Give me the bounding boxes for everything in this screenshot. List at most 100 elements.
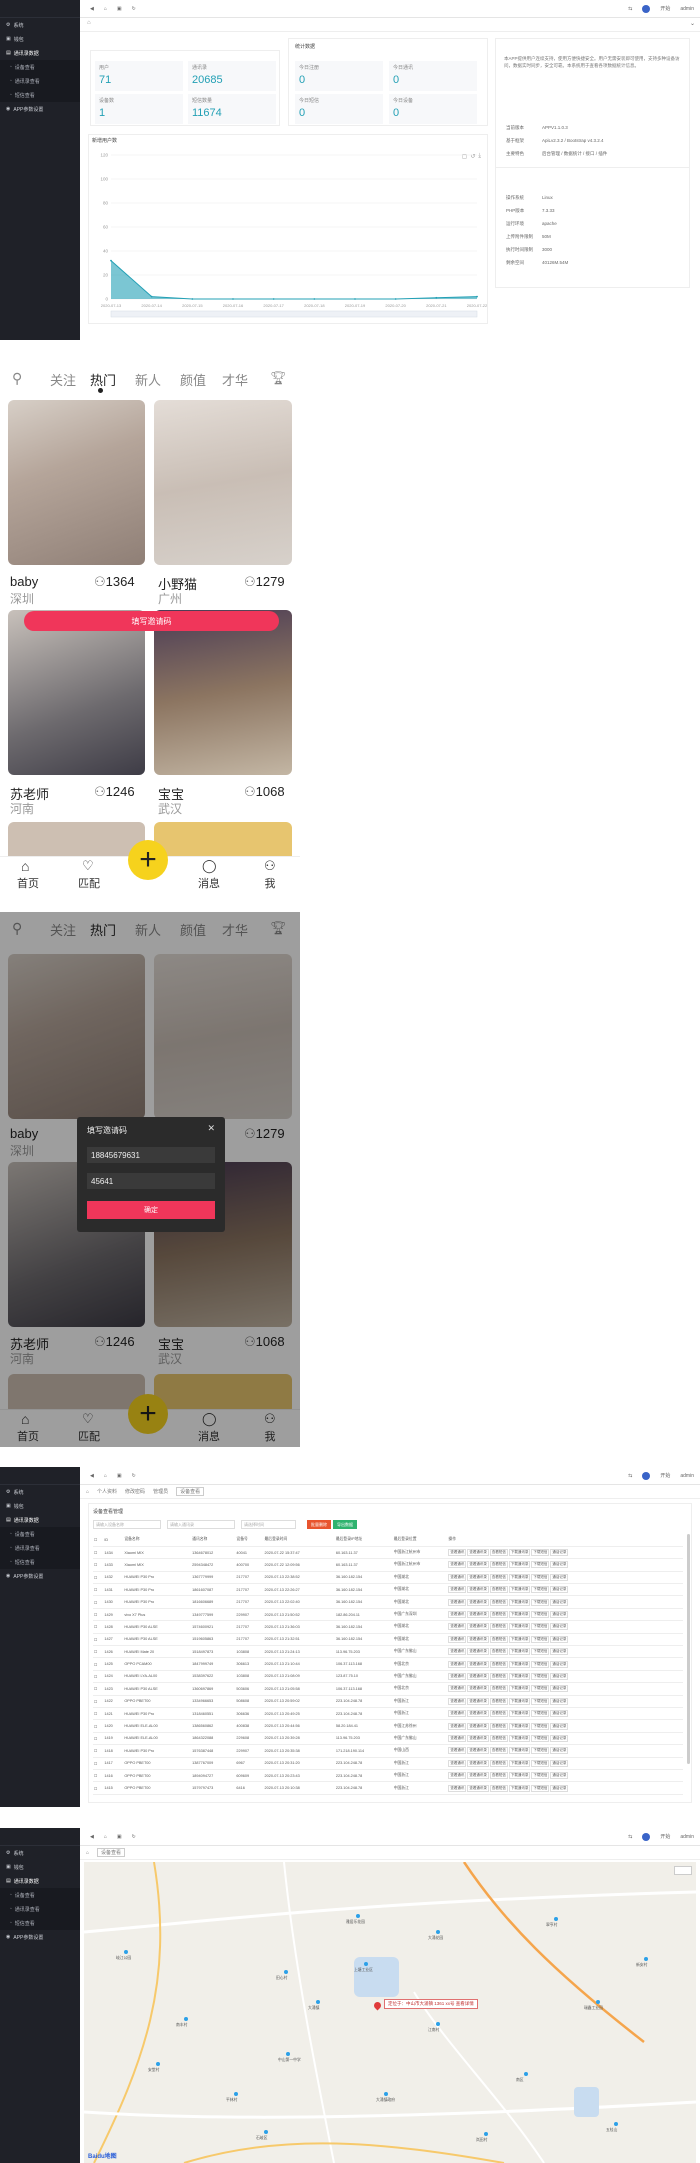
profile-photo-2[interactable] [154,400,292,565]
row-action-button[interactable]: 下载短信 [531,1573,550,1581]
row-action-button[interactable]: 下载短信 [531,1697,550,1705]
confirm-button[interactable]: 确定 [87,1201,215,1219]
row-action-button[interactable]: 查看短信 [489,1697,508,1705]
poi-marker[interactable] [554,1917,558,1921]
row-action-button[interactable]: 查看短信 [489,1747,508,1755]
row-action-button[interactable]: 查看短信 [489,1772,508,1780]
row-checkbox[interactable]: ☐ [93,1732,104,1746]
data-zoom-slider[interactable] [110,310,478,318]
row-action-button[interactable]: 通话记录 [550,1784,569,1792]
row-checkbox[interactable]: ☐ [93,1558,104,1572]
row-checkbox[interactable]: ☐ [93,1571,104,1585]
table-row[interactable]: ☐ 1425 OPPO PCAM00 1847999749 306613 2020-07-… [93,1657,683,1671]
column-header[interactable]: 最后登录时间 [263,1534,335,1547]
menu-wallet[interactable]: ▣ 钱包 [0,32,80,46]
tab-device[interactable]: 设备查看 [176,1487,205,1496]
translate-icon[interactable]: ⇆ [628,1834,632,1840]
poi-marker[interactable] [644,1957,648,1961]
row-action-button[interactable]: 下载通讯录 [508,1685,531,1693]
filter-time[interactable]: 请选择时间 [241,1520,296,1529]
column-header[interactable]: 最后登录IP地址 [334,1534,393,1547]
row-action-button[interactable]: 通话记录 [550,1672,569,1680]
row-action-button[interactable]: 查看通讯 [448,1561,467,1569]
table-row[interactable]: ☐ 1423 HUAWEI P30 ALSE 1360697869 503606 2020… [93,1682,683,1696]
home-icon[interactable]: ⌂ [104,1473,107,1479]
row-action-button[interactable]: 查看通讯录 [467,1598,489,1606]
menu-toggle-icon[interactable]: ◀ [90,1834,94,1840]
row-action-button[interactable]: 查看通讯录 [467,1648,489,1656]
translate-icon[interactable]: ⇆ [628,6,632,12]
row-action-button[interactable]: 通话记录 [550,1710,569,1718]
row-checkbox[interactable]: ☐ [93,1744,104,1758]
fullscreen-icon[interactable]: ▣ [117,1834,122,1840]
menu-app-settings[interactable]: ◉ APP参数设置 [0,1930,80,1944]
row-action-button[interactable]: 下载通讯录 [508,1598,531,1606]
row-checkbox[interactable]: ☐ [93,1719,104,1733]
poi-marker[interactable] [356,1914,360,1918]
tab-talent[interactable]: 才华 [222,370,248,389]
tab-profile[interactable]: 个人资料 [97,1488,117,1495]
row-checkbox[interactable]: ☐ [93,1608,104,1622]
row-action-button[interactable]: 查看通讯录 [467,1772,489,1780]
row-action-button[interactable]: 查看通讯 [448,1573,467,1581]
row-action-button[interactable]: 下载通讯录 [508,1734,531,1742]
poi-marker[interactable] [436,2022,440,2026]
table-row[interactable]: ☐ 1418 HUAWEI P30 Pro 1576387448 229907 2020-… [93,1744,683,1758]
row-action-button[interactable]: 下载通讯录 [508,1586,531,1594]
poi-marker[interactable] [436,1930,440,1934]
nav-home[interactable]: 首页 [8,875,48,891]
user-menu[interactable]: admin [680,6,694,12]
row-action-button[interactable]: 查看短信 [489,1586,508,1594]
table-row[interactable]: ☐ 1432 HUAWEI P30 Pro 1367779999 217707 2020-… [93,1571,683,1585]
poi-marker[interactable] [284,1970,288,1974]
row-action-button[interactable]: 查看通讯录 [467,1685,489,1693]
menu-toggle-icon[interactable]: ◀ [90,1473,94,1479]
poi-marker[interactable] [384,2092,388,2096]
chevron-down-icon[interactable]: ⌄ [690,20,695,27]
row-action-button[interactable]: 通话记录 [550,1660,569,1668]
heart-icon[interactable]: ♡ [82,858,94,874]
nav-messages[interactable]: 消息 [189,875,229,891]
row-action-button[interactable]: 下载通讯录 [508,1772,531,1780]
menu-device[interactable]: ◦ 设备查看 [0,1888,80,1902]
home-icon[interactable]: ⌂ [21,858,29,874]
row-action-button[interactable]: 下载通讯录 [508,1611,531,1619]
row-action-button[interactable]: 查看通讯 [448,1623,467,1631]
tab-follow[interactable]: 关注 [50,370,76,389]
data-point[interactable] [191,298,194,300]
row-action-button[interactable]: 查看短信 [489,1685,508,1693]
menu-contacts[interactable]: ◦ 通讯录查看 [0,1902,80,1916]
row-action-button[interactable]: 通话记录 [550,1573,569,1581]
row-action-button[interactable]: 下载通讯录 [508,1710,531,1718]
menu-sms[interactable]: ◦ 短信查看 [0,1555,80,1569]
data-point[interactable] [435,296,438,299]
table-row[interactable]: ☐ 1424 HUAWEI LYA-AL00 1538397622 103808 2020… [93,1670,683,1684]
row-action-button[interactable]: 查看通讯录 [467,1611,489,1619]
row-checkbox[interactable]: ☐ [93,1695,104,1708]
menu-app-settings[interactable]: ◉ APP参数设置 [0,1569,80,1583]
row-action-button[interactable]: 下载短信 [531,1685,550,1693]
row-action-button[interactable]: 下载短信 [531,1710,550,1718]
menu-device[interactable]: ◦ 设备查看 [0,60,80,74]
menu-app-settings[interactable]: ◉ APP参数设置 [0,102,80,116]
row-action-button[interactable]: 通话记录 [550,1734,569,1742]
user-menu[interactable]: admin [680,1834,694,1840]
profile-photo-3[interactable] [8,610,145,775]
menu-system[interactable]: ⚙ 系统 [0,1485,80,1499]
table-row[interactable]: ☐ 1421 HUAWEI P30 Pro 1318460551 306636 2020-… [93,1707,683,1721]
user-menu[interactable]: admin [680,1473,694,1479]
column-header[interactable]: 设备名称 [123,1534,192,1547]
row-action-button[interactable]: 查看通讯 [448,1685,467,1693]
row-action-button[interactable]: 查看短信 [489,1672,508,1680]
row-action-button[interactable]: 通话记录 [550,1648,569,1656]
menu-contacts-data[interactable]: ▤ 通讯录数据 [0,46,80,60]
menu-wallet[interactable]: ▣ 钱包 [0,1499,80,1513]
row-action-button[interactable]: 查看短信 [489,1734,508,1742]
row-action-button[interactable]: 查看短信 [489,1660,508,1668]
row-action-button[interactable]: 查看通讯录 [467,1710,489,1718]
row-action-button[interactable]: 查看通讯录 [467,1759,489,1767]
home-tab-icon[interactable]: ⌂ [86,1489,89,1495]
select-all-checkbox[interactable]: ☐ [93,1534,104,1547]
row-action-button[interactable]: 查看短信 [489,1598,508,1606]
row-action-button[interactable]: 查看通讯录 [467,1697,489,1705]
